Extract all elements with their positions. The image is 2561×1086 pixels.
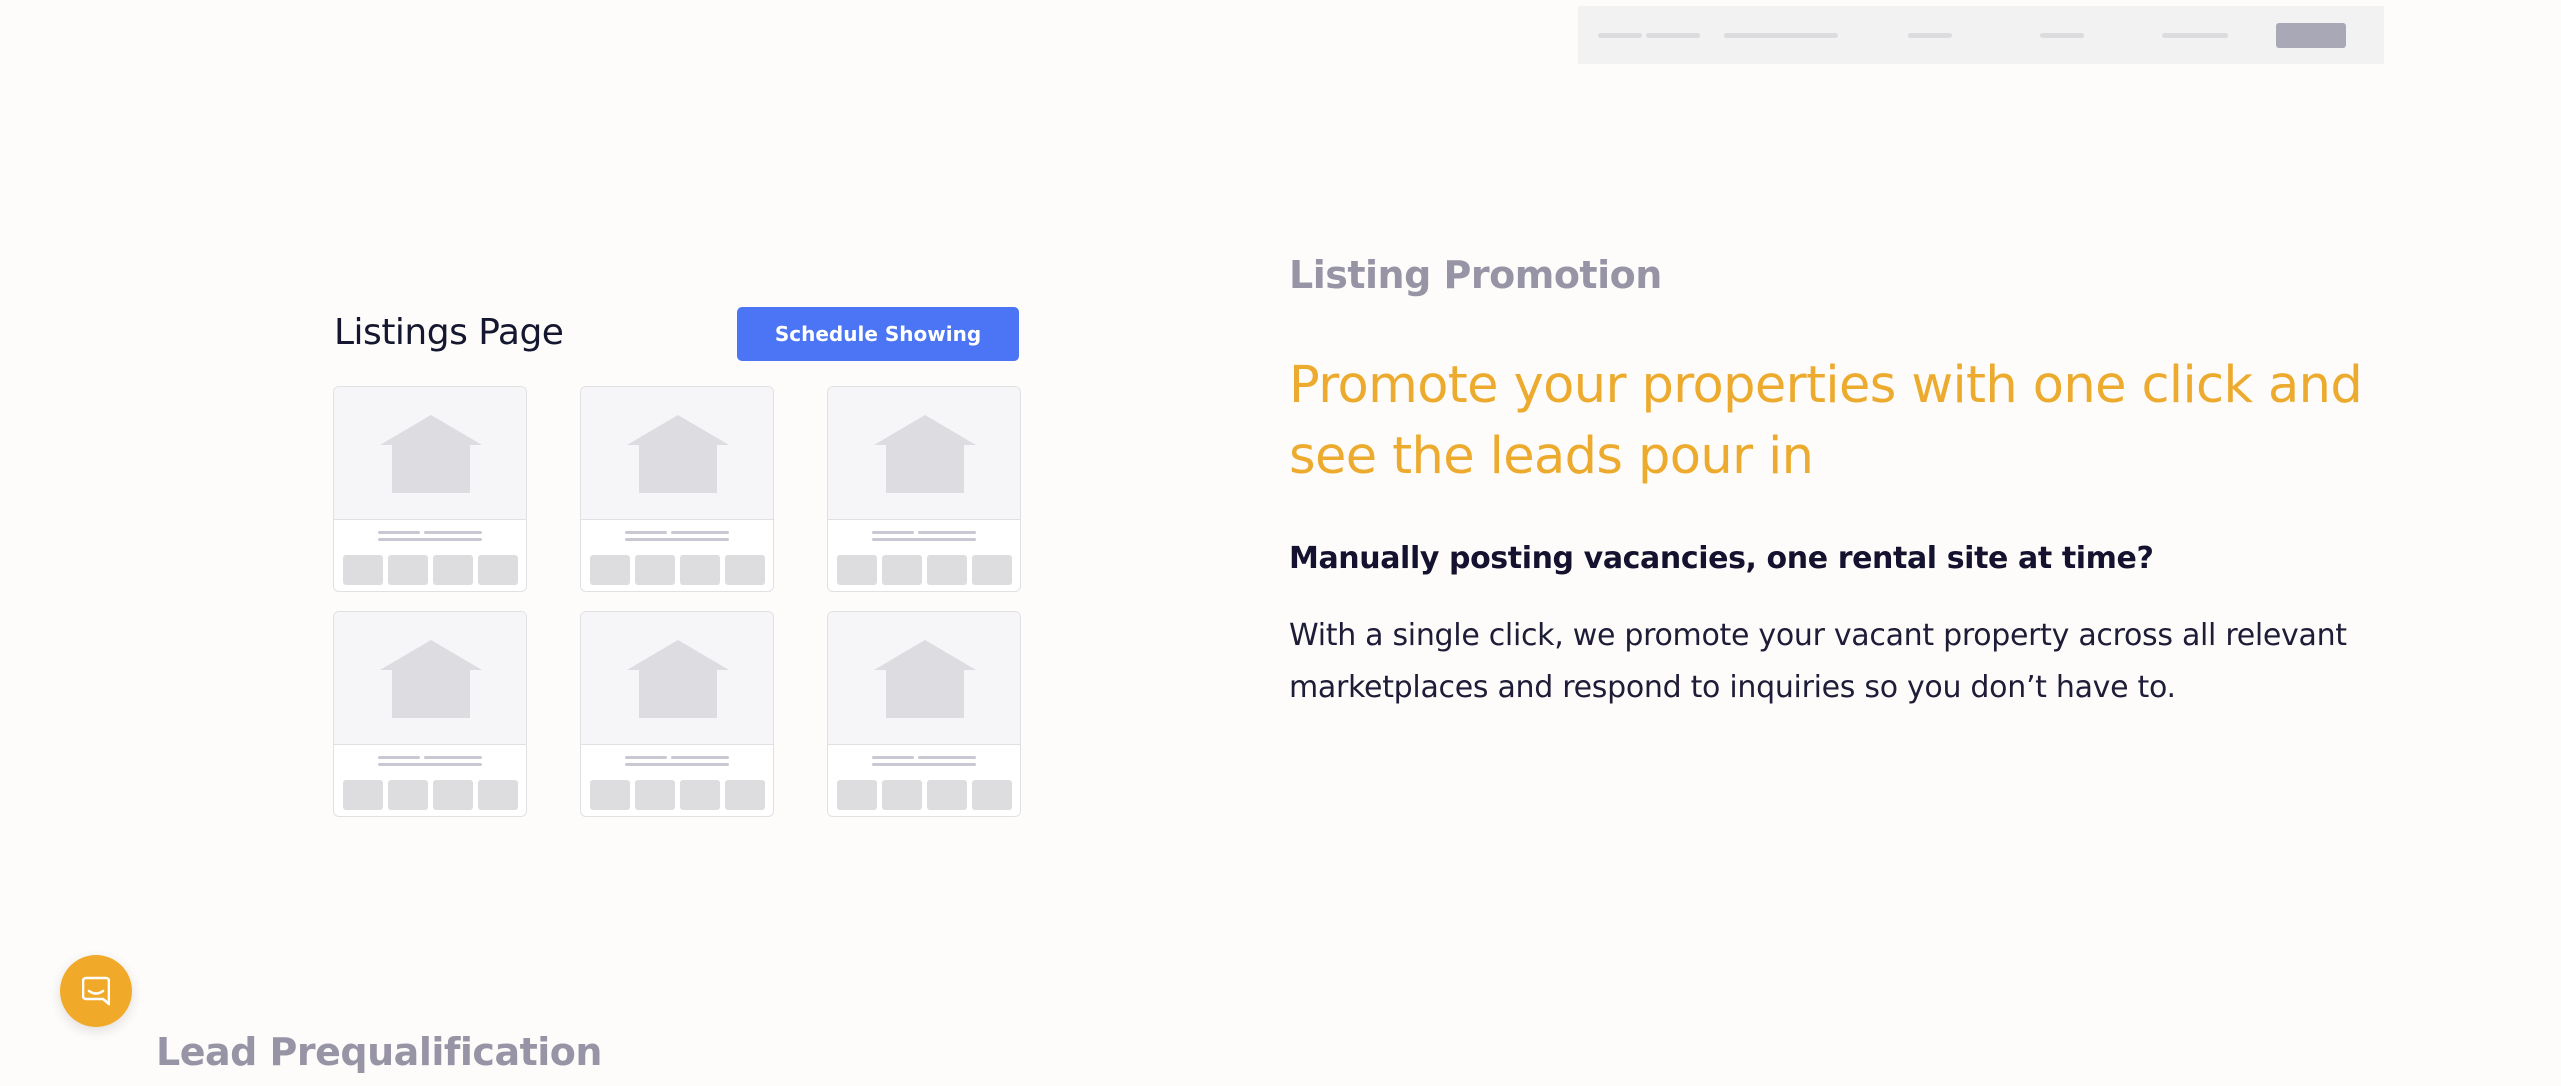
listing-detail-chip xyxy=(590,555,630,585)
listing-title-line xyxy=(872,531,914,534)
mock-line xyxy=(1724,33,1838,38)
mock-line xyxy=(2162,33,2228,38)
listing-image-placeholder xyxy=(334,387,526,520)
house-icon xyxy=(627,640,729,718)
listing-image-placeholder xyxy=(828,612,1020,745)
feature-subhead: Manually posting vacancies, one rental s… xyxy=(1289,541,2154,576)
mock-line xyxy=(1598,33,1642,38)
listing-title-line xyxy=(671,756,729,759)
listing-image-placeholder xyxy=(581,612,773,745)
listing-detail-chip xyxy=(927,555,967,585)
mock-line xyxy=(2040,33,2084,38)
listing-subtitle-line xyxy=(625,538,729,541)
listing-detail-chip xyxy=(388,555,428,585)
listing-card xyxy=(827,611,1021,817)
listing-title-line xyxy=(918,756,976,759)
listing-card xyxy=(827,386,1021,592)
listings-page-title: Listings Page xyxy=(334,312,564,353)
listing-title-line xyxy=(378,756,420,759)
listing-title-line xyxy=(918,531,976,534)
section-eyebrow: Listing Promotion xyxy=(1289,253,1662,297)
listing-title-line xyxy=(625,531,667,534)
listing-subtitle-line xyxy=(625,763,729,766)
listing-title-line xyxy=(424,531,482,534)
listing-detail-chip xyxy=(882,555,922,585)
listing-title-line xyxy=(872,756,914,759)
listing-detail-chip xyxy=(343,555,383,585)
listing-title-line xyxy=(625,756,667,759)
listing-title-line xyxy=(671,531,729,534)
house-icon xyxy=(874,415,976,493)
listing-title-line xyxy=(424,756,482,759)
listing-subtitle-line xyxy=(872,763,976,766)
listing-detail-chip xyxy=(343,780,383,810)
table-mockup-preview xyxy=(1578,6,2384,64)
listing-card xyxy=(580,386,774,592)
house-icon xyxy=(380,415,482,493)
listing-detail-chip xyxy=(837,780,877,810)
listing-detail-chip xyxy=(478,780,518,810)
listing-detail-chip xyxy=(635,780,675,810)
listing-detail-chip xyxy=(433,555,473,585)
page: Listings Page Schedule Showing Listing P… xyxy=(0,0,2561,1086)
next-section-eyebrow: Lead Prequalification xyxy=(156,1030,602,1074)
listing-detail-chip xyxy=(927,780,967,810)
listing-detail-chip xyxy=(725,555,765,585)
mock-line xyxy=(1908,33,1952,38)
listing-detail-chip xyxy=(972,555,1012,585)
house-icon xyxy=(874,640,976,718)
listing-image-placeholder xyxy=(828,387,1020,520)
chat-launcher-button[interactable] xyxy=(60,955,132,1027)
listing-card xyxy=(580,611,774,817)
listing-card xyxy=(333,611,527,817)
listing-detail-chip xyxy=(972,780,1012,810)
listing-subtitle-line xyxy=(378,763,482,766)
listing-detail-chip xyxy=(478,555,518,585)
house-icon xyxy=(380,640,482,718)
listing-detail-chip xyxy=(388,780,428,810)
listing-image-placeholder xyxy=(581,387,773,520)
listing-detail-chip xyxy=(433,780,473,810)
feature-headline: Promote your properties with one click a… xyxy=(1289,356,2363,486)
chat-icon xyxy=(82,976,110,1006)
listing-cards-grid xyxy=(333,386,1021,818)
listing-detail-chip xyxy=(680,555,720,585)
listing-detail-chip xyxy=(882,780,922,810)
mock-line xyxy=(1646,33,1700,38)
listing-subtitle-line xyxy=(378,538,482,541)
listing-detail-chip xyxy=(590,780,630,810)
feature-description: With a single click, we promote your vac… xyxy=(1289,618,2347,705)
listing-image-placeholder xyxy=(334,612,526,745)
listing-card xyxy=(333,386,527,592)
schedule-showing-button[interactable]: Schedule Showing xyxy=(737,307,1019,361)
listing-detail-chip xyxy=(725,780,765,810)
listing-detail-chip xyxy=(635,555,675,585)
listing-detail-chip xyxy=(837,555,877,585)
listing-title-line xyxy=(378,531,420,534)
listing-subtitle-line xyxy=(872,538,976,541)
mock-button xyxy=(2276,23,2346,48)
house-icon xyxy=(627,415,729,493)
listing-detail-chip xyxy=(680,780,720,810)
